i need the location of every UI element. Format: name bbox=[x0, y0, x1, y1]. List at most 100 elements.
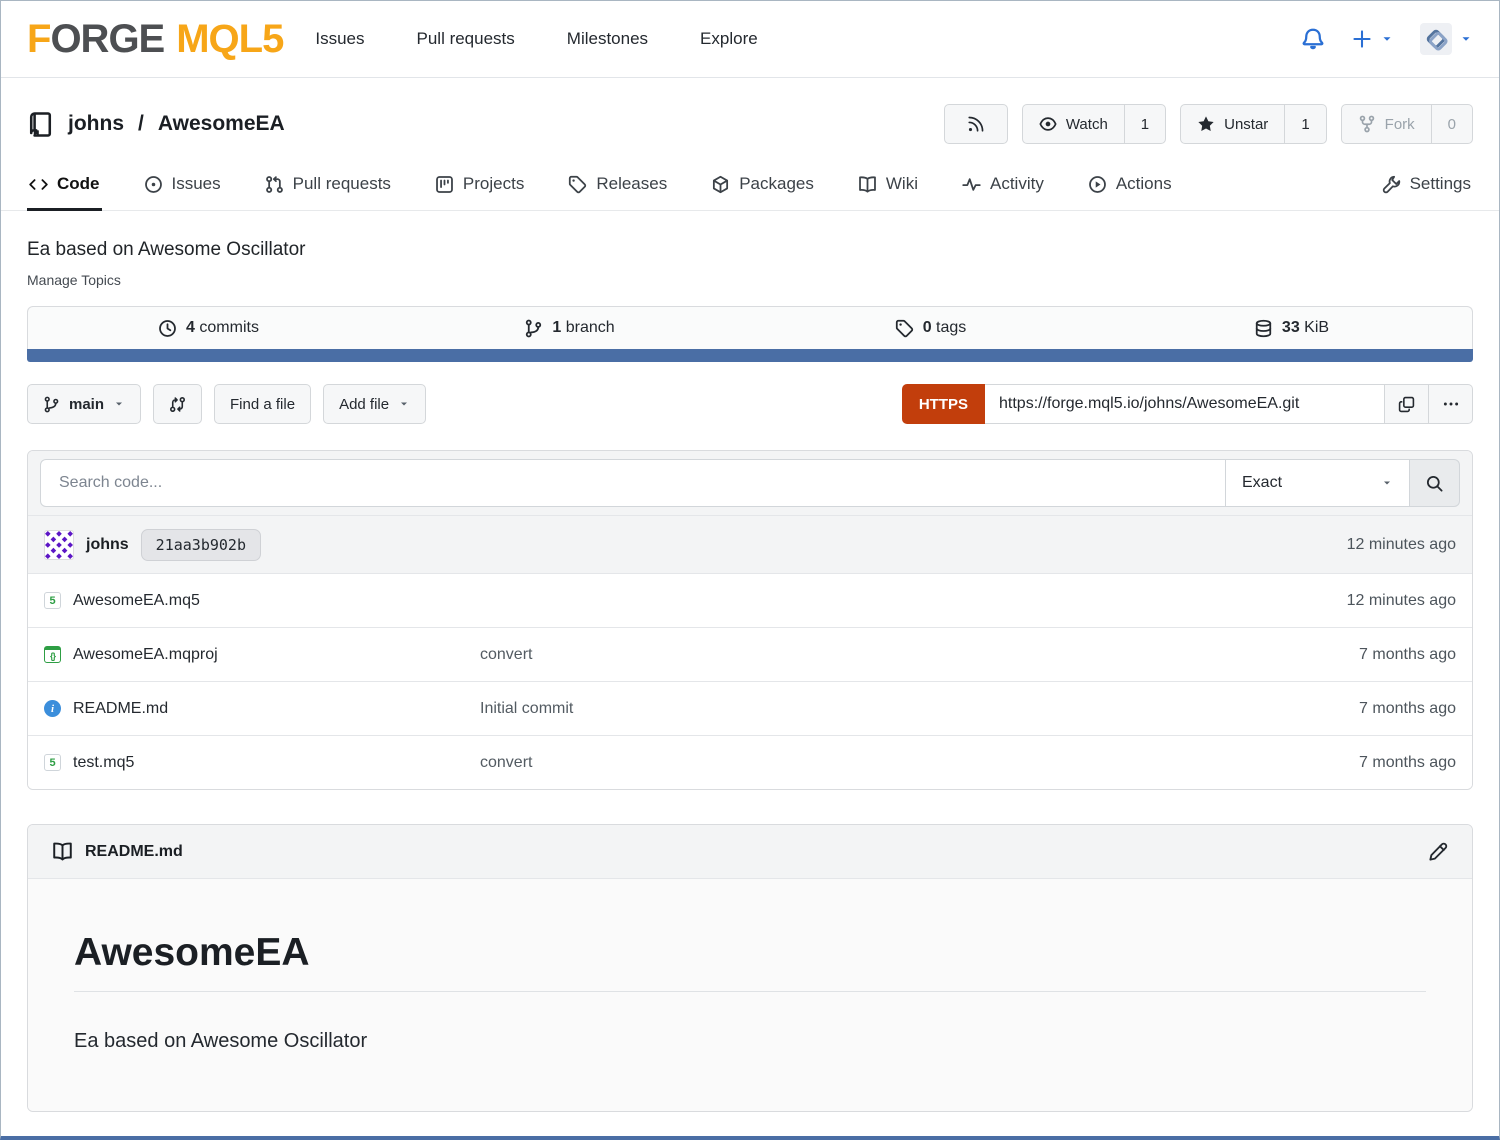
tab-packages-label: Packages bbox=[739, 174, 814, 194]
commits-stat[interactable]: 4 commits bbox=[28, 307, 389, 349]
tags-count: 0 bbox=[923, 319, 932, 336]
readme-header: README.md bbox=[28, 825, 1472, 879]
nav-milestones[interactable]: Milestones bbox=[567, 29, 648, 49]
repo-title-row: johns / AwesomeEA Watch 1 bbox=[27, 100, 1473, 148]
tab-releases[interactable]: Releases bbox=[566, 160, 669, 210]
user-menu[interactable] bbox=[1420, 23, 1473, 55]
fork-button-group: Fork 0 bbox=[1341, 104, 1473, 144]
tab-settings[interactable]: Settings bbox=[1380, 160, 1473, 210]
nav-pull-requests[interactable]: Pull requests bbox=[417, 29, 515, 49]
watch-count[interactable]: 1 bbox=[1124, 105, 1165, 143]
commit-hash-badge[interactable]: 21aa3b902b bbox=[141, 529, 261, 561]
clone-url-group: HTTPS bbox=[902, 384, 1473, 424]
nav-explore[interactable]: Explore bbox=[700, 29, 758, 49]
fork-count[interactable]: 0 bbox=[1431, 105, 1472, 143]
commit-message-link[interactable]: convert bbox=[480, 646, 532, 664]
tab-activity[interactable]: Activity bbox=[960, 160, 1046, 210]
branches-stat[interactable]: 1 branch bbox=[389, 307, 750, 349]
page: FORGEMQL5 Issues Pull requests Milestone… bbox=[0, 0, 1500, 1140]
tag-icon bbox=[895, 319, 914, 338]
nav-issues[interactable]: Issues bbox=[315, 29, 364, 49]
tab-pull-requests[interactable]: Pull requests bbox=[263, 160, 393, 210]
language-bar[interactable] bbox=[27, 349, 1473, 362]
repo-owner-link[interactable]: johns bbox=[68, 112, 124, 136]
play-circle-icon bbox=[1088, 175, 1107, 194]
chevron-down-icon bbox=[1381, 477, 1393, 489]
code-icon bbox=[29, 175, 48, 194]
file-name-link[interactable]: test.mq5 bbox=[73, 754, 134, 772]
navbar-right bbox=[1301, 23, 1473, 55]
rss-icon bbox=[967, 115, 985, 133]
https-protocol-button[interactable]: HTTPS bbox=[902, 384, 985, 424]
chevron-down-icon bbox=[398, 398, 410, 410]
commit-author-name[interactable]: johns bbox=[86, 536, 129, 554]
more-clone-options-button[interactable] bbox=[1429, 384, 1473, 424]
activity-pulse-icon bbox=[962, 175, 981, 194]
create-new-button[interactable] bbox=[1351, 28, 1394, 50]
file-name-link[interactable]: README.md bbox=[73, 700, 168, 718]
projects-icon bbox=[435, 175, 454, 194]
ellipsis-icon bbox=[1442, 395, 1460, 413]
commit-author-avatar[interactable] bbox=[44, 530, 74, 560]
size-stat[interactable]: 33 KiB bbox=[1111, 307, 1472, 349]
tags-stat[interactable]: 0 tags bbox=[750, 307, 1111, 349]
tab-projects-label: Projects bbox=[463, 174, 524, 194]
tab-issues[interactable]: Issues bbox=[142, 160, 223, 210]
rss-feed-button[interactable] bbox=[944, 104, 1008, 144]
tab-issues-label: Issues bbox=[172, 174, 221, 194]
search-submit-button[interactable] bbox=[1410, 459, 1460, 507]
tab-actions[interactable]: Actions bbox=[1086, 160, 1174, 210]
wiki-book-icon bbox=[858, 175, 877, 194]
add-file-button[interactable]: Add file bbox=[323, 384, 426, 424]
find-file-button[interactable]: Find a file bbox=[214, 384, 311, 424]
manage-topics-link[interactable]: Manage Topics bbox=[27, 272, 1473, 288]
tab-projects[interactable]: Projects bbox=[433, 160, 526, 210]
top-navbar: FORGEMQL5 Issues Pull requests Milestone… bbox=[1, 1, 1499, 78]
tab-settings-label: Settings bbox=[1410, 174, 1471, 194]
unstar-button[interactable]: Unstar bbox=[1181, 105, 1284, 143]
chevron-down-icon bbox=[113, 398, 125, 410]
file-name-link[interactable]: AwesomeEA.mqproj bbox=[73, 646, 218, 664]
repo-action-buttons: Watch 1 Unstar 1 Fork 0 bbox=[944, 104, 1473, 144]
fork-button[interactable]: Fork bbox=[1342, 105, 1431, 143]
file-row: {} AwesomeEA.mqproj convert 7 months ago bbox=[28, 627, 1472, 681]
forge-mql5-logo[interactable]: FORGEMQL5 bbox=[27, 19, 283, 59]
search-code-input[interactable] bbox=[40, 459, 1226, 507]
latest-commit-row: johns 21aa3b902b 12 minutes ago bbox=[28, 515, 1472, 573]
logo-orge: ORGE bbox=[50, 19, 164, 59]
branch-selector[interactable]: main bbox=[27, 384, 141, 424]
notifications-bell-icon[interactable] bbox=[1301, 27, 1325, 51]
branches-count: 1 bbox=[552, 319, 561, 336]
file-time: 7 months ago bbox=[1359, 646, 1456, 664]
file-time: 7 months ago bbox=[1359, 754, 1456, 772]
repo-name-link[interactable]: AwesomeEA bbox=[158, 112, 285, 136]
tab-wiki[interactable]: Wiki bbox=[856, 160, 920, 210]
info-file-icon: i bbox=[44, 700, 61, 717]
edit-readme-button[interactable] bbox=[1428, 842, 1448, 862]
find-file-label: Find a file bbox=[230, 396, 295, 413]
commit-message-link[interactable]: Initial commit bbox=[480, 700, 573, 718]
tab-packages[interactable]: Packages bbox=[709, 160, 816, 210]
readme-filename: README.md bbox=[85, 843, 183, 861]
file-browser: Exact bbox=[27, 450, 1473, 790]
commits-count: 4 bbox=[186, 319, 195, 336]
tab-code[interactable]: Code bbox=[27, 160, 102, 210]
repo-book-icon bbox=[27, 111, 54, 138]
code-search-row: Exact bbox=[28, 451, 1472, 515]
compare-button[interactable] bbox=[153, 384, 202, 424]
history-clock-icon bbox=[158, 319, 177, 338]
star-count[interactable]: 1 bbox=[1284, 105, 1325, 143]
tab-code-label: Code bbox=[57, 174, 100, 194]
watch-label: Watch bbox=[1066, 116, 1108, 133]
watch-button[interactable]: Watch bbox=[1023, 105, 1124, 143]
copy-url-button[interactable] bbox=[1385, 384, 1429, 424]
file-name-link[interactable]: AwesomeEA.mq5 bbox=[73, 592, 200, 610]
primary-nav: Issues Pull requests Milestones Explore bbox=[315, 29, 757, 49]
commit-message-link[interactable]: convert bbox=[480, 754, 532, 772]
copy-icon bbox=[1398, 396, 1415, 413]
settings-wrench-icon bbox=[1382, 175, 1401, 194]
chevron-down-icon bbox=[1380, 32, 1394, 46]
file-row: 5 AwesomeEA.mq5 12 minutes ago bbox=[28, 573, 1472, 627]
clone-url-input[interactable] bbox=[985, 384, 1385, 424]
search-mode-select[interactable]: Exact bbox=[1226, 459, 1410, 507]
